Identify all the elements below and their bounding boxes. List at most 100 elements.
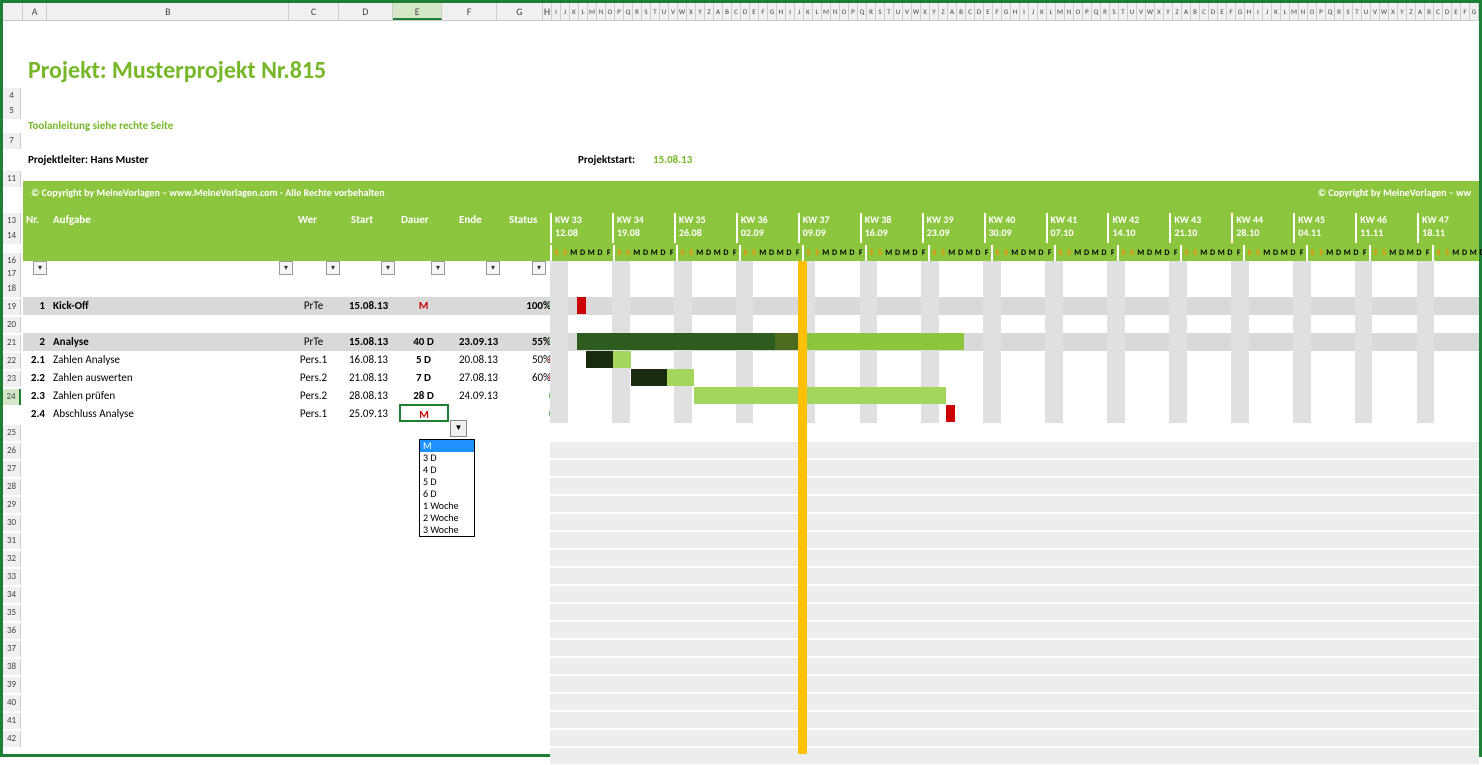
col-CK[interactable]: K bbox=[1272, 3, 1281, 20]
row-4[interactable]: 4 bbox=[3, 88, 21, 104]
col-AY[interactable]: Y bbox=[930, 3, 939, 20]
col-P[interactable]: P bbox=[615, 3, 624, 20]
col-A[interactable]: A bbox=[23, 3, 48, 20]
dropdown-list[interactable]: M3 D4 D5 D6 D1 Woche2 Woche3 Woche bbox=[419, 439, 475, 537]
col-BN[interactable]: N bbox=[1065, 3, 1074, 20]
task-dauer[interactable]: 28 D bbox=[401, 387, 446, 405]
col-BP[interactable]: P bbox=[1083, 3, 1092, 20]
col-CD[interactable]: D bbox=[1209, 3, 1218, 20]
col-E[interactable]: E bbox=[393, 3, 442, 20]
col-X[interactable]: X bbox=[687, 3, 696, 20]
col-AZ[interactable]: Z bbox=[939, 3, 948, 20]
col-AW[interactable]: W bbox=[912, 3, 921, 20]
row-31[interactable]: 31 bbox=[3, 533, 21, 549]
col-BH[interactable]: H bbox=[1011, 3, 1020, 20]
col-DF[interactable]: F bbox=[1461, 3, 1470, 20]
col-CU[interactable]: U bbox=[1362, 3, 1371, 20]
col-CA[interactable]: A bbox=[1182, 3, 1191, 20]
col-T[interactable]: T bbox=[651, 3, 660, 20]
row-37[interactable]: 37 bbox=[3, 641, 21, 657]
row-38[interactable]: 38 bbox=[3, 659, 21, 675]
task-dauer[interactable]: M bbox=[401, 297, 446, 315]
task-row[interactable]: 2.4Abschluss AnalysePers.125.09.13M bbox=[23, 405, 1479, 423]
task-row[interactable]: 1Kick-OffPrTe15.08.13M100% bbox=[23, 297, 1479, 315]
row-30[interactable]: 30 bbox=[3, 515, 21, 531]
task-row[interactable]: 2.2Zahlen auswertenPers.221.08.137 D27.0… bbox=[23, 369, 1479, 387]
task-dauer[interactable]: M bbox=[399, 404, 449, 422]
col-R[interactable]: R bbox=[633, 3, 642, 20]
col-Z[interactable]: Z bbox=[705, 3, 714, 20]
col-CF[interactable]: F bbox=[1227, 3, 1236, 20]
row-26[interactable]: 26 bbox=[3, 443, 21, 459]
col-AT[interactable]: T bbox=[885, 3, 894, 20]
col-CW[interactable]: W bbox=[1380, 3, 1389, 20]
row-28[interactable]: 28 bbox=[3, 479, 21, 495]
col-B[interactable]: B bbox=[47, 3, 289, 20]
col-BR[interactable]: R bbox=[1101, 3, 1110, 20]
col-AA[interactable]: A bbox=[714, 3, 723, 20]
col-N[interactable]: N bbox=[597, 3, 606, 20]
col-AL[interactable]: L bbox=[813, 3, 822, 20]
col-CH[interactable]: H bbox=[1245, 3, 1254, 20]
row-29[interactable]: 29 bbox=[3, 497, 21, 513]
col-I[interactable]: I bbox=[552, 3, 561, 20]
row-18[interactable]: 18 bbox=[3, 281, 21, 297]
row-33[interactable]: 33 bbox=[3, 569, 21, 585]
col-BM[interactable]: M bbox=[1056, 3, 1065, 20]
col-BL[interactable]: L bbox=[1047, 3, 1056, 20]
col-M[interactable]: M bbox=[588, 3, 597, 20]
col-J[interactable]: J bbox=[561, 3, 570, 20]
col-CC[interactable]: C bbox=[1200, 3, 1209, 20]
col-AN[interactable]: N bbox=[831, 3, 840, 20]
task-dauer[interactable]: 40 D bbox=[401, 333, 446, 351]
col-DE[interactable]: E bbox=[1452, 3, 1461, 20]
col-AM[interactable]: M bbox=[822, 3, 831, 20]
dropdown-toggle-icon[interactable]: ▼ bbox=[450, 420, 467, 437]
col-CM[interactable]: M bbox=[1290, 3, 1299, 20]
row-13[interactable]: 13 bbox=[3, 213, 21, 229]
task-row[interactable]: 2.3Zahlen prüfenPers.228.08.1328 D24.09.… bbox=[23, 387, 1479, 405]
row-5[interactable]: 5 bbox=[3, 103, 21, 119]
col-CB[interactable]: B bbox=[1191, 3, 1200, 20]
col-Q[interactable]: Q bbox=[624, 3, 633, 20]
col-BG[interactable]: G bbox=[1002, 3, 1011, 20]
col-AK[interactable]: K bbox=[804, 3, 813, 20]
dropdown-option[interactable]: 3 Woche bbox=[420, 524, 474, 536]
col-CX[interactable]: X bbox=[1389, 3, 1398, 20]
row-25[interactable]: 25 bbox=[3, 425, 21, 441]
col-AD[interactable]: D bbox=[741, 3, 750, 20]
col-DG[interactable]: G bbox=[1470, 3, 1479, 20]
col-L[interactable]: L bbox=[579, 3, 588, 20]
col-BS[interactable]: S bbox=[1110, 3, 1119, 20]
row-32[interactable]: 32 bbox=[3, 551, 21, 567]
col-S[interactable]: S bbox=[642, 3, 651, 20]
row-19[interactable]: 19 bbox=[3, 299, 21, 315]
task-dauer[interactable]: 5 D bbox=[401, 351, 446, 369]
col-tiny[interactable]: H bbox=[543, 3, 552, 20]
col-CV[interactable]: V bbox=[1371, 3, 1380, 20]
col-AF[interactable]: F bbox=[759, 3, 768, 20]
col-CE[interactable]: E bbox=[1218, 3, 1227, 20]
row-42[interactable]: 42 bbox=[3, 731, 21, 747]
col-G[interactable]: G bbox=[497, 3, 543, 20]
row-11[interactable]: 11 bbox=[3, 171, 21, 187]
col-AE[interactable]: E bbox=[750, 3, 759, 20]
col-DA[interactable]: A bbox=[1416, 3, 1425, 20]
col-BF[interactable]: F bbox=[993, 3, 1002, 20]
dauer-dropdown[interactable]: ▼ M3 D4 D5 D6 D1 Woche2 Woche3 Woche bbox=[419, 439, 475, 537]
col-CL[interactable]: L bbox=[1281, 3, 1290, 20]
col-BB[interactable]: B bbox=[957, 3, 966, 20]
col-O[interactable]: O bbox=[606, 3, 615, 20]
col-C[interactable]: C bbox=[289, 3, 338, 20]
col-AG[interactable]: G bbox=[768, 3, 777, 20]
col-AR[interactable]: R bbox=[867, 3, 876, 20]
col-F[interactable]: F bbox=[442, 3, 496, 20]
col-BV[interactable]: V bbox=[1137, 3, 1146, 20]
col-AB[interactable]: B bbox=[723, 3, 732, 20]
row-17[interactable]: 17 bbox=[3, 266, 21, 282]
task-dauer[interactable]: 7 D bbox=[401, 369, 446, 387]
row-40[interactable]: 40 bbox=[3, 695, 21, 711]
col-AC[interactable]: C bbox=[732, 3, 741, 20]
row-34[interactable]: 34 bbox=[3, 587, 21, 603]
col-AV[interactable]: V bbox=[903, 3, 912, 20]
